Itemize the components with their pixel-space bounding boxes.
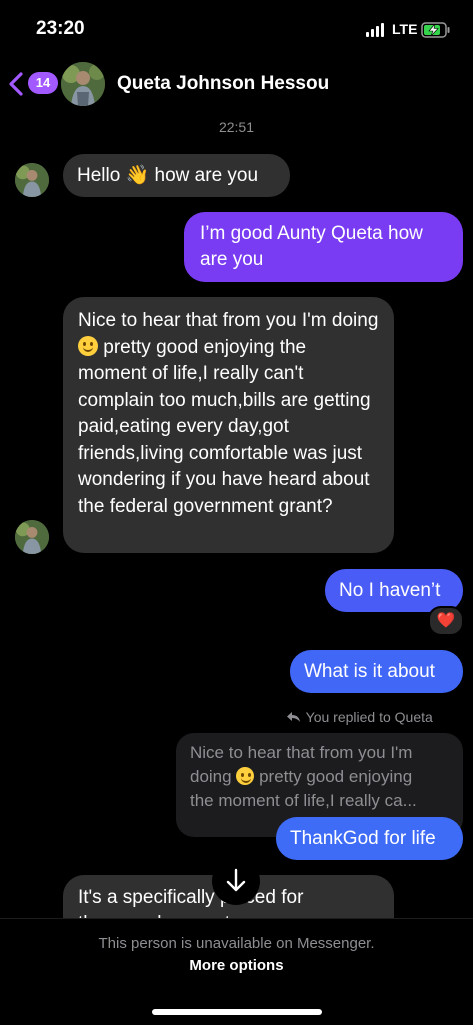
home-indicator[interactable] xyxy=(152,1009,322,1015)
message-text: No I haven’t xyxy=(339,580,441,601)
carrier-label: LTE xyxy=(392,21,418,37)
waving-hand-emoji: 👋 xyxy=(125,165,150,186)
chevron-left-icon xyxy=(9,72,23,96)
message-text: how are you xyxy=(154,165,259,186)
back-button[interactable]: 14 xyxy=(8,70,58,98)
outgoing-message-bubble[interactable]: I’m good Aunty Queta how are you xyxy=(184,212,463,282)
heart-icon: ❤️ xyxy=(436,612,456,629)
more-options-button[interactable]: More options xyxy=(0,957,473,974)
battery-charging-icon xyxy=(421,22,451,43)
slightly-smiling-face-emoji xyxy=(78,335,98,356)
heart-reaction[interactable]: ❤️ xyxy=(428,606,464,636)
sender-avatar[interactable] xyxy=(15,163,49,197)
message-text: I’m good Aunty Queta how are you xyxy=(200,223,423,270)
message-text: Nice to hear that from you I'm xyxy=(78,310,327,331)
outgoing-message-bubble[interactable]: What is it about xyxy=(290,650,463,693)
status-bar: 23:20 LTE xyxy=(0,0,473,56)
cellular-signal-icon xyxy=(366,23,384,37)
status-time: 23:20 xyxy=(36,18,85,39)
unread-count-badge: 14 xyxy=(28,72,58,94)
reply-label-text: You replied to Queta xyxy=(305,709,433,725)
unavailable-notice: This person is unavailable on Messenger. xyxy=(98,935,375,952)
incoming-message-bubble[interactable]: Nice to hear that from you I'm doing pre… xyxy=(63,297,394,553)
slightly-smiling-face-emoji xyxy=(236,767,255,785)
scroll-to-bottom-button[interactable] xyxy=(212,857,260,905)
incoming-message-bubble[interactable]: Hello 👋 how are you xyxy=(63,154,290,197)
message-text: doing xyxy=(331,310,379,331)
sender-avatar[interactable] xyxy=(15,520,49,554)
message-timestamp: 22:51 xyxy=(218,119,255,135)
outgoing-message-bubble[interactable]: ThankGod for life xyxy=(276,817,463,860)
quoted-text: the moment of life,I really ca... xyxy=(190,791,417,810)
message-text: pretty good enjoying xyxy=(103,336,275,358)
contact-avatar[interactable] xyxy=(61,62,105,106)
arrow-down-icon xyxy=(226,868,246,892)
message-text: What is it about xyxy=(304,661,435,682)
conversation-header: 14 Queta Johnson Hessou xyxy=(0,56,473,112)
quoted-text: pretty good enjoying xyxy=(259,767,413,786)
reply-arrow-icon xyxy=(287,712,300,722)
message-text: ThankGod for life xyxy=(290,828,436,849)
message-text: the moment of life,I really can't compla… xyxy=(78,336,371,517)
reply-indicator: You replied to Queta xyxy=(286,709,433,725)
quoted-text: doing xyxy=(190,767,232,786)
contact-name[interactable]: Queta Johnson Hessou xyxy=(117,73,329,95)
quoted-text: Nice to hear that from you I'm xyxy=(190,743,413,762)
unavailable-footer: This person is unavailable on Messenger.… xyxy=(0,918,473,1025)
message-text: Hello xyxy=(77,165,121,186)
